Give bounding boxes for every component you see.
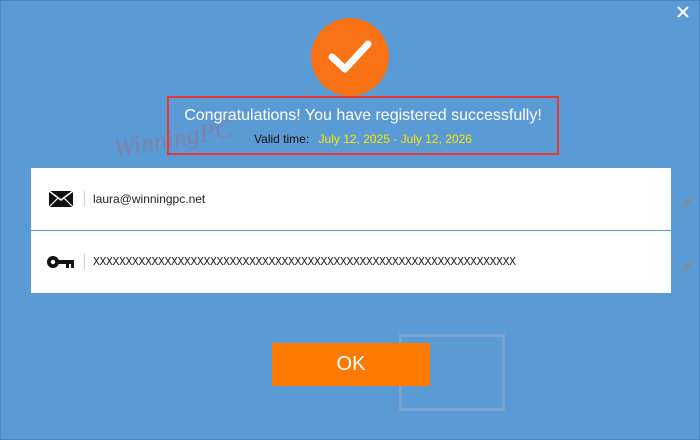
pencil-icon[interactable] (677, 195, 695, 213)
valid-time: Valid time: July 12, 2025 - July 12, 202… (169, 132, 557, 146)
success-message-box: Congratulations! You have registered suc… (167, 96, 559, 155)
checkmark-icon (328, 40, 372, 73)
valid-time-dates: July 12, 2025 - July 12, 2026 (318, 132, 472, 146)
email-value[interactable]: laura@winningpc.net (93, 192, 205, 206)
email-row: laura@winningpc.net (31, 168, 671, 230)
close-button[interactable] (675, 4, 691, 20)
license-key-value[interactable]: XXXXXXXXXXXXXXXXXXXXXXXXXXXXXXXXXXXXXXXX… (93, 256, 516, 269)
ok-button[interactable]: OK (272, 343, 430, 386)
edit-email-button[interactable] (677, 195, 695, 213)
email-separator (84, 191, 85, 207)
success-title: Congratulations! You have registered suc… (184, 107, 542, 124)
registration-dialog: WinningPC Congratulations! You have regi… (0, 0, 700, 440)
license-key-row: XXXXXXXXXXXXXXXXXXXXXXXXXXXXXXXXXXXXXXXX… (31, 231, 671, 293)
success-badge (311, 18, 389, 96)
email-icon-wrap (46, 190, 76, 208)
valid-time-label: Valid time: (254, 132, 310, 146)
key-separator (84, 254, 85, 270)
close-icon[interactable] (675, 4, 691, 20)
key-icon (47, 256, 74, 268)
edit-license-key-button[interactable] (677, 259, 695, 277)
account-panel: laura@winningpc.net XXXXXXXXXXXXXXXXXXXX… (31, 168, 671, 293)
envelope-icon (48, 190, 74, 208)
pencil-icon[interactable] (677, 259, 695, 277)
key-icon-wrap (46, 254, 76, 270)
